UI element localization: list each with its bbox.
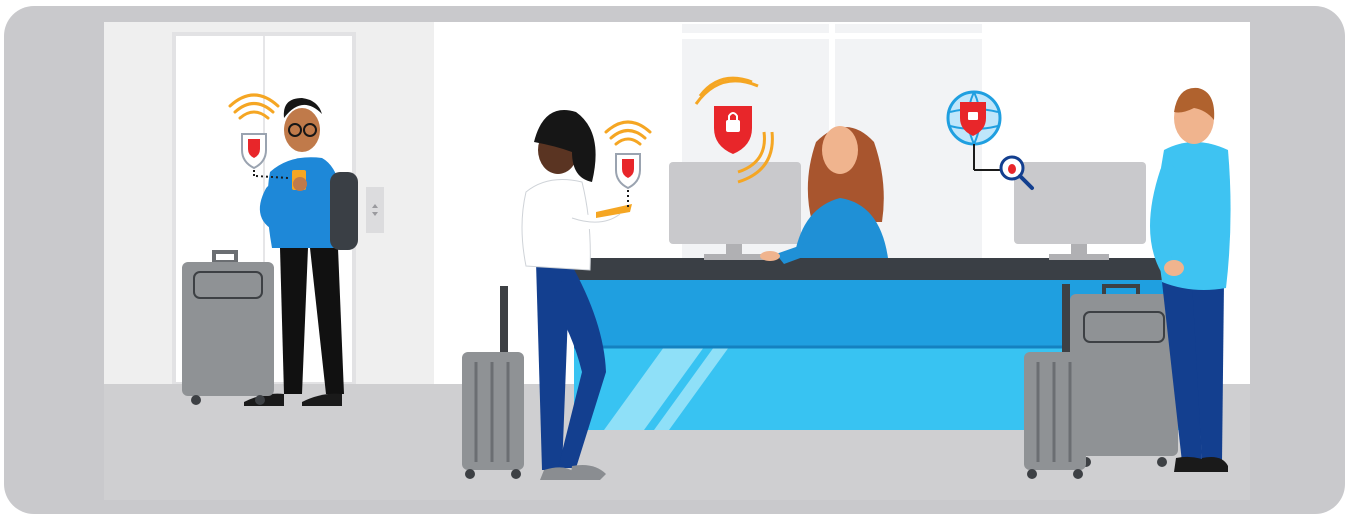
- hotel-lobby-illustration: [104, 22, 1250, 500]
- shield-lock-icon: [615, 153, 641, 208]
- backpack: [330, 172, 358, 250]
- elevator-buttons-icon: [366, 187, 384, 233]
- lobby-scene-svg: [104, 22, 1250, 500]
- monitor-right: [1014, 162, 1146, 260]
- suitcase-left: [182, 250, 274, 405]
- suitcase-right-large: [1070, 284, 1178, 467]
- suitcase-middle: [462, 286, 524, 479]
- wifi-signal-icon: [604, 120, 652, 146]
